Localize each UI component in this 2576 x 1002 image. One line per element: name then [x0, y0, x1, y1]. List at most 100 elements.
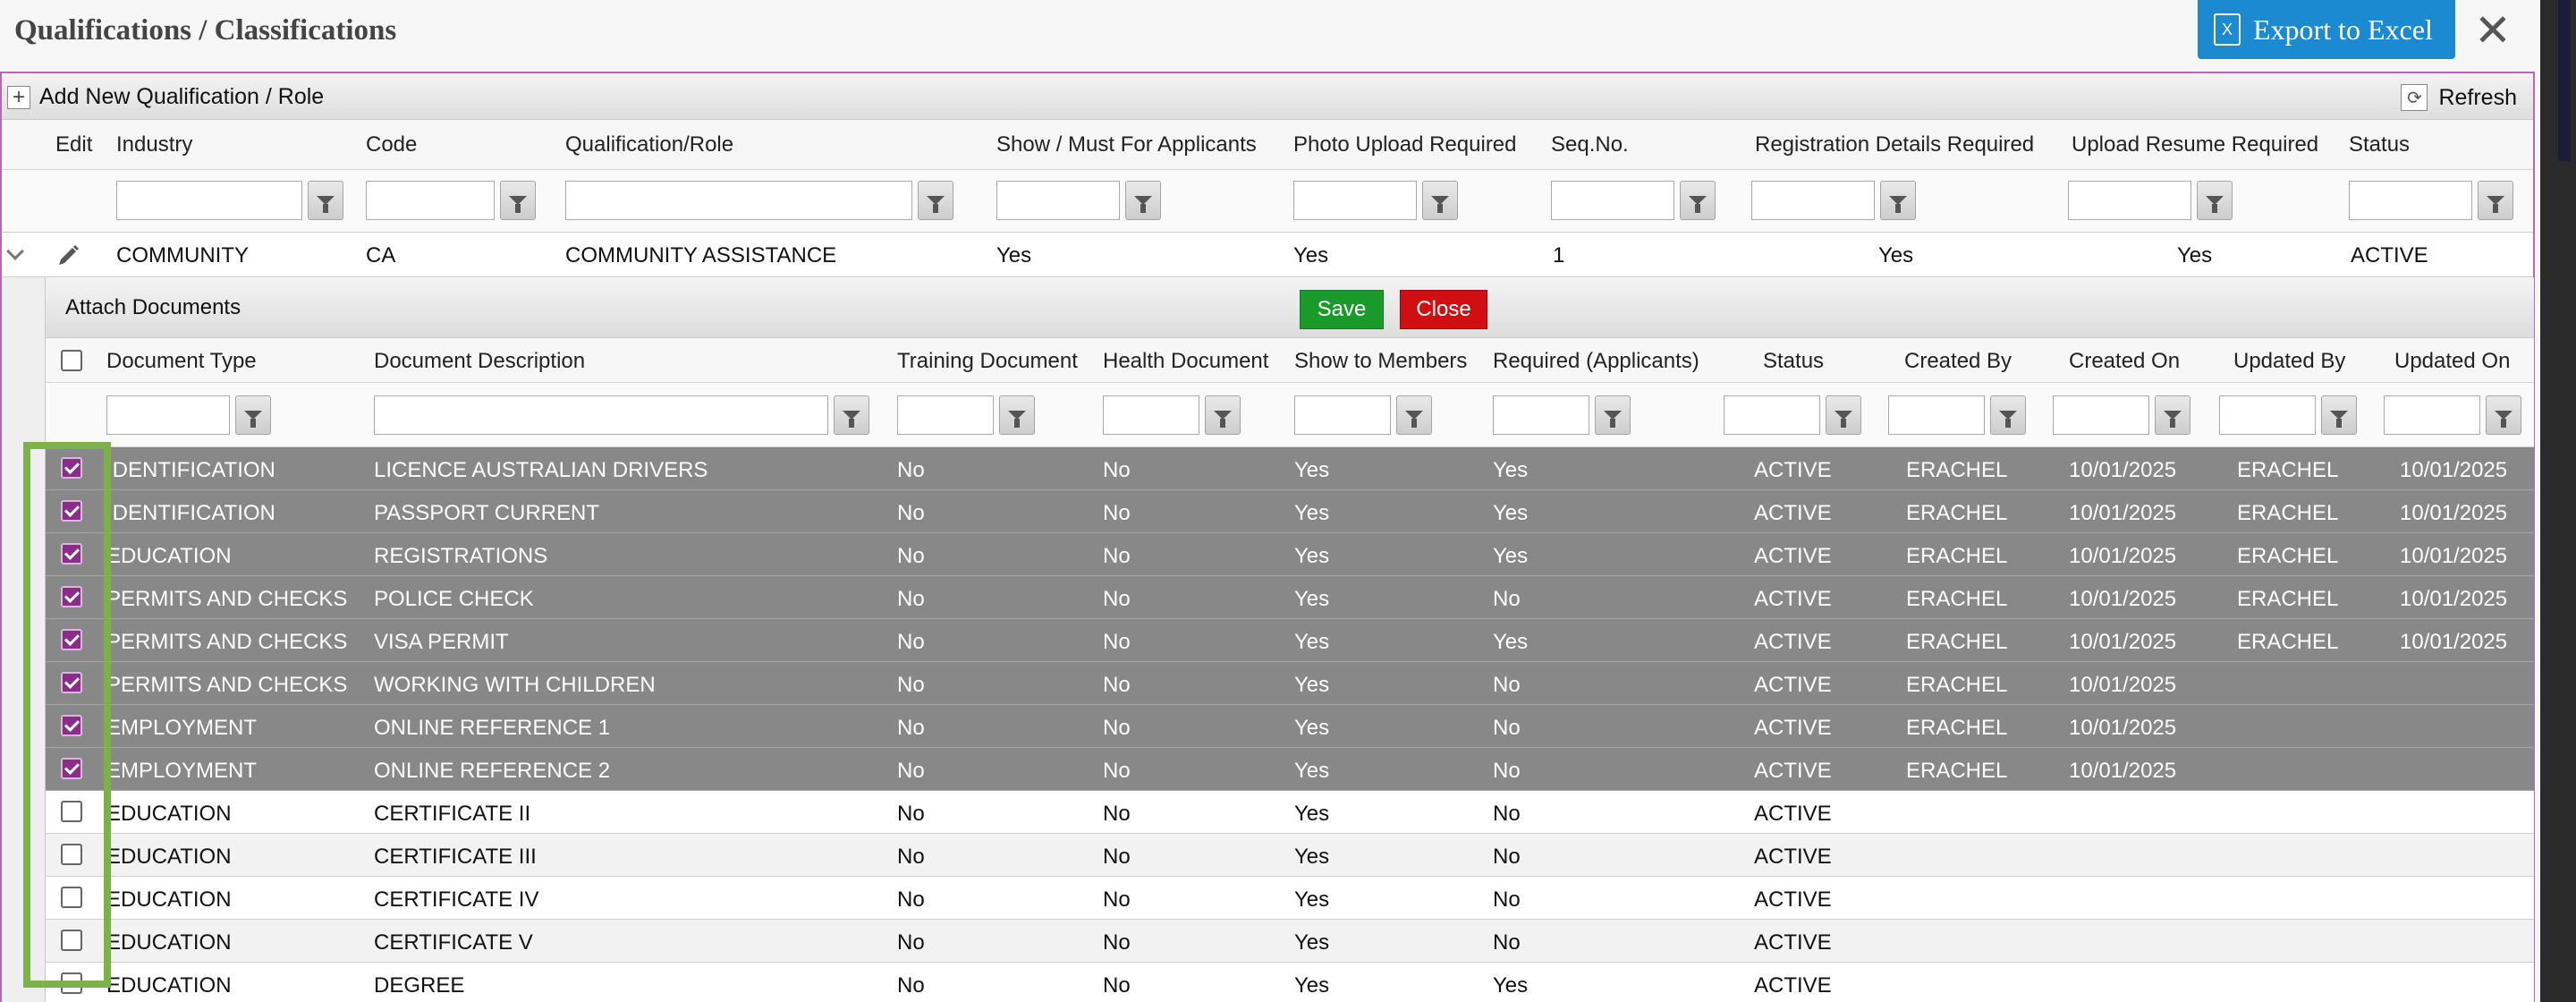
table-row[interactable]: COMMUNITY CA COMMUNITY ASSISTANCE Yes Ye… [2, 233, 2533, 277]
filter-photo-input[interactable] [1293, 181, 1417, 220]
filter-document-type-input[interactable] [106, 395, 230, 435]
select-all-checkbox[interactable] [61, 350, 82, 371]
col-header-document-type[interactable]: Document Type [106, 349, 257, 374]
table-row[interactable]: EMPLOYMENT ONLINE REFERENCE 1 No No Yes … [46, 705, 2534, 748]
col-header-show-must[interactable]: Show / Must For Applicants [996, 132, 1257, 157]
col-header-updated-by[interactable]: Updated By [2233, 349, 2345, 374]
col-header-required[interactable]: Required (Applicants) [1493, 349, 1699, 374]
table-row[interactable]: EDUCATION CERTIFICATE III No No Yes No A… [46, 834, 2534, 877]
filter-status-button[interactable] [2478, 181, 2513, 220]
col-header-registration[interactable]: Registration Details Required [1755, 132, 2034, 157]
filter-registration-button[interactable] [1880, 181, 1916, 220]
table-row[interactable]: EDUCATION REGISTRATIONS No No Yes Yes AC… [46, 533, 2534, 576]
filter-registration-input[interactable] [1751, 181, 1875, 220]
col-header-created-by[interactable]: Created By [1904, 349, 2012, 374]
col-header-training[interactable]: Training Document [897, 349, 1078, 374]
row-checkbox[interactable] [61, 930, 82, 951]
filter-updated-by-button[interactable] [2321, 395, 2357, 435]
col-header-document-description[interactable]: Document Description [374, 349, 585, 374]
table-row[interactable]: EDUCATION DEGREE No No Yes Yes ACTIVE [46, 963, 2534, 1002]
filter-status-input[interactable] [2349, 181, 2472, 220]
filter-created-by-input[interactable] [1888, 395, 1985, 435]
filter-seq-input[interactable] [1551, 181, 1674, 220]
filter-document-description-input[interactable] [374, 395, 828, 435]
col-header-status[interactable]: Status [1763, 349, 1824, 374]
filter-status-input[interactable] [1724, 395, 1820, 435]
pencil-icon[interactable] [55, 243, 80, 268]
chevron-down-icon[interactable] [6, 242, 24, 260]
col-header-industry[interactable]: Industry [116, 132, 192, 157]
filter-document-type-button[interactable] [235, 395, 271, 435]
col-header-updated-on[interactable]: Updated On [2394, 349, 2510, 374]
col-header-seq[interactable]: Seq.No. [1551, 132, 1629, 157]
row-checkbox[interactable] [61, 672, 82, 693]
row-checkbox[interactable] [61, 543, 82, 565]
row-checkbox[interactable] [61, 715, 82, 736]
table-row[interactable]: PERMITS AND CHECKS WORKING WITH CHILDREN… [46, 662, 2534, 705]
filter-show-must-input[interactable] [996, 181, 1120, 220]
row-checkbox[interactable] [61, 844, 82, 865]
save-button[interactable]: Save [1300, 290, 1384, 329]
row-checkbox[interactable] [61, 801, 82, 822]
col-header-health[interactable]: Health Document [1103, 349, 1268, 374]
filter-created-on-input[interactable] [2053, 395, 2149, 435]
filter-created-on-button[interactable] [2155, 395, 2190, 435]
add-qualification-button[interactable]: + Add New Qualification / Role [7, 84, 324, 110]
filter-required-input[interactable] [1493, 395, 1589, 435]
table-row[interactable]: IDENTIFICATION LICENCE AUSTRALIAN DRIVER… [46, 447, 2534, 490]
filter-health-input[interactable] [1103, 395, 1199, 435]
filter-show-members-button[interactable] [1396, 395, 1432, 435]
col-header-photo[interactable]: Photo Upload Required [1293, 132, 1517, 157]
table-row[interactable]: EDUCATION CERTIFICATE V No No Yes No ACT… [46, 920, 2534, 963]
filter-updated-by-input[interactable] [2219, 395, 2316, 435]
table-row[interactable]: EDUCATION CERTIFICATE II No No Yes No AC… [46, 791, 2534, 834]
col-header-qualification[interactable]: Qualification/Role [565, 132, 733, 157]
filter-created-by-button[interactable] [1990, 395, 2026, 435]
filter-updated-on-button[interactable] [2486, 395, 2521, 435]
filter-qualification-button[interactable] [918, 181, 953, 220]
table-row[interactable]: PERMITS AND CHECKS POLICE CHECK No No Ye… [46, 576, 2534, 619]
table-row[interactable]: IDENTIFICATION PASSPORT CURRENT No No Ye… [46, 490, 2534, 533]
filter-resume-input[interactable] [2068, 181, 2191, 220]
filter-seq-button[interactable] [1680, 181, 1716, 220]
filter-industry-button[interactable] [308, 181, 343, 220]
close-button[interactable]: Close [1400, 290, 1487, 329]
table-row[interactable]: EMPLOYMENT ONLINE REFERENCE 2 No No Yes … [46, 748, 2534, 791]
cell-health: No [1103, 759, 1131, 783]
col-header-code[interactable]: Code [366, 132, 417, 157]
filter-code-button[interactable] [500, 181, 536, 220]
filter-qualification-input[interactable] [565, 181, 912, 220]
row-checkbox[interactable] [61, 887, 82, 908]
col-header-created-on[interactable]: Created On [2069, 349, 2180, 374]
col-header-resume[interactable]: Upload Resume Required [2072, 132, 2318, 157]
filter-document-description-button[interactable] [834, 395, 869, 435]
row-checkbox[interactable] [61, 758, 82, 779]
filter-photo-button[interactable] [1422, 181, 1458, 220]
cell-document-type: IDENTIFICATION [106, 458, 275, 482]
filter-show-members-input[interactable] [1294, 395, 1391, 435]
filter-code-input[interactable] [366, 181, 495, 220]
close-dialog-icon[interactable]: ✕ [2474, 5, 2512, 55]
filter-industry-input[interactable] [116, 181, 302, 220]
refresh-button[interactable]: ⟳ Refresh [2401, 84, 2517, 111]
row-checkbox[interactable] [61, 457, 82, 479]
filter-status-button[interactable] [1826, 395, 1861, 435]
row-checkbox[interactable] [61, 586, 82, 607]
row-checkbox[interactable] [61, 500, 82, 522]
export-to-excel-button[interactable]: X Export to Excel [2198, 0, 2455, 59]
row-checkbox[interactable] [61, 972, 82, 994]
col-header-show-members[interactable]: Show to Members [1294, 349, 1467, 374]
filter-required-button[interactable] [1595, 395, 1631, 435]
col-header-status[interactable]: Status [2349, 132, 2410, 157]
filter-updated-on-input[interactable] [2384, 395, 2480, 435]
filter-training-button[interactable] [999, 395, 1035, 435]
filter-resume-button[interactable] [2197, 181, 2233, 220]
cell-health: No [1103, 973, 1131, 998]
row-checkbox[interactable] [61, 629, 82, 650]
col-header-edit[interactable]: Edit [55, 132, 92, 157]
table-row[interactable]: EDUCATION CERTIFICATE IV No No Yes No AC… [46, 877, 2534, 920]
table-row[interactable]: PERMITS AND CHECKS VISA PERMIT No No Yes… [46, 619, 2534, 662]
filter-show-must-button[interactable] [1125, 181, 1161, 220]
filter-training-input[interactable] [897, 395, 994, 435]
filter-health-button[interactable] [1205, 395, 1241, 435]
